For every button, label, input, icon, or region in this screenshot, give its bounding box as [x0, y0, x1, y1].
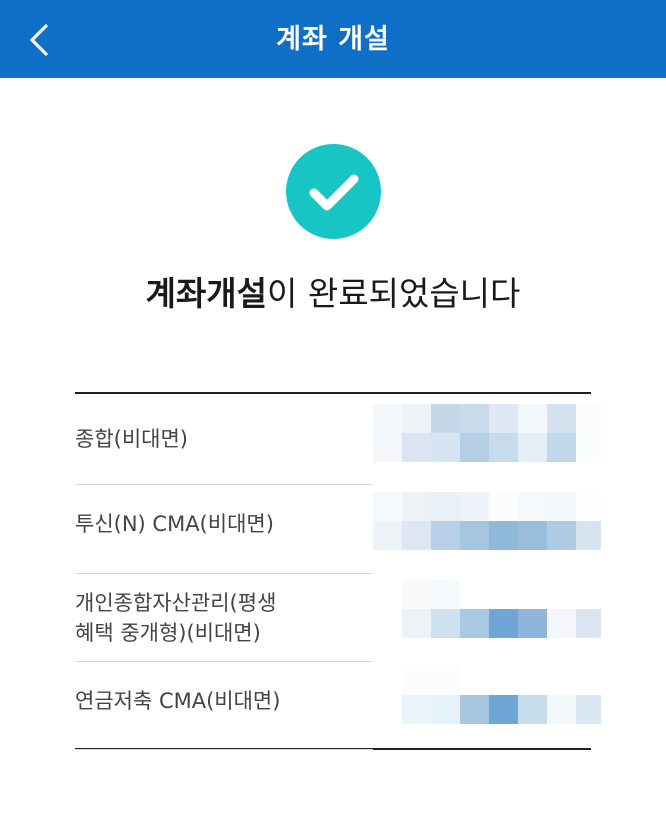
- account-number-blurred: [373, 666, 601, 728]
- account-list: 종합(비대면) 투신(N) CMA(비대면) 개인종합자산관리(평생 혜택 중개…: [75, 392, 601, 750]
- account-type-label: 종합(비대면): [75, 427, 188, 451]
- account-row: 연금저축 CMA(비대면): [75, 662, 373, 750]
- account-number-blurred: [373, 580, 601, 640]
- completion-message-rest: 이 완료되었습니다: [267, 274, 521, 313]
- completion-message: 계좌개설이 완료되었습니다: [0, 268, 666, 320]
- account-type-label: 투신(N) CMA(비대면): [75, 512, 274, 536]
- account-row: 투신(N) CMA(비대면): [75, 485, 373, 574]
- account-type-label: 연금저축 CMA(비대면): [75, 689, 281, 713]
- completion-message-bold: 계좌개설: [145, 274, 268, 313]
- account-row: 개인종합자산관리(평생 혜택 중개형)(비대면): [75, 574, 373, 662]
- app-header: 계좌 개설: [0, 0, 666, 78]
- page-title: 계좌 개설: [276, 24, 390, 55]
- account-type-label: 개인종합자산관리(평생 혜택 중개형)(비대면): [75, 591, 277, 645]
- account-number-blurred: [373, 492, 601, 552]
- check-circle-icon: [286, 144, 381, 239]
- account-number-blurred: [373, 404, 601, 466]
- account-row: 종합(비대면): [75, 394, 373, 485]
